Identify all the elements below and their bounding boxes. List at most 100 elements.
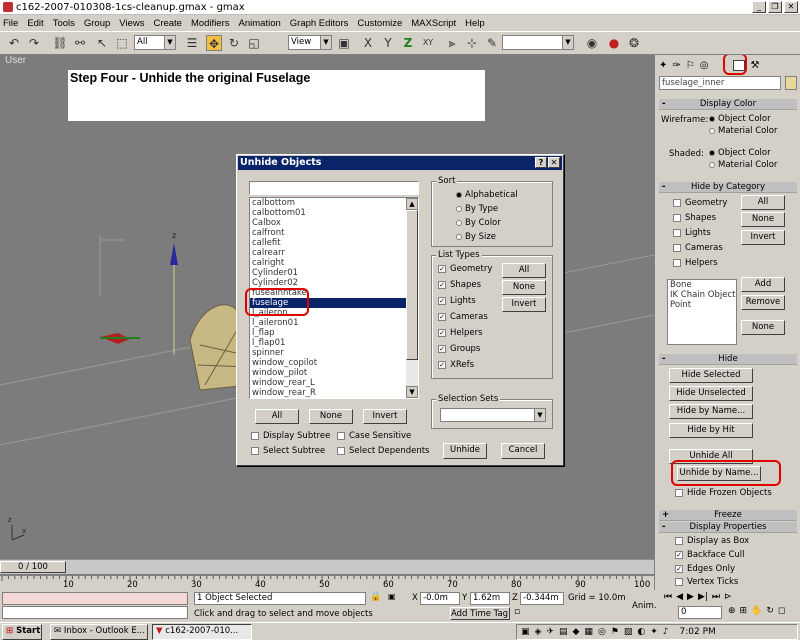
dialog-search-input[interactable]: [249, 181, 419, 195]
type-lights-checkbox[interactable]: ✓ Lights: [438, 296, 476, 306]
type-groups-checkbox[interactable]: ✓ Groups: [438, 344, 480, 354]
menu-maxscript[interactable]: MAXScript: [411, 18, 456, 29]
close-button[interactable]: ✕: [784, 1, 798, 13]
y-coord-field[interactable]: 1.62m: [470, 592, 510, 605]
maxscript-listener-white[interactable]: [2, 606, 188, 619]
menu-edit[interactable]: Edit: [27, 18, 43, 29]
cancel-button[interactable]: Cancel: [501, 443, 545, 459]
menu-modifiers[interactable]: Modifiers: [191, 18, 230, 29]
start-button[interactable]: ⊞ Start: [2, 624, 42, 640]
dialog-none-button[interactable]: None: [309, 409, 353, 424]
selection-sets-dropdown[interactable]: ▼: [440, 408, 546, 422]
type-helpers-checkbox[interactable]: ✓ Helpers: [438, 328, 483, 338]
menu-create[interactable]: Create: [153, 18, 182, 29]
minimize-button[interactable]: _: [752, 1, 766, 13]
add-time-tag-button[interactable]: Add Time Tag: [450, 607, 510, 620]
play-icon[interactable]: ▶: [687, 592, 694, 605]
hierarchy-tab-icon[interactable]: ⚐: [686, 60, 695, 71]
tray-icon[interactable]: ◐: [637, 627, 645, 637]
list-item[interactable]: window_pilot: [250, 368, 418, 378]
scroll-down-icon[interactable]: ▼: [406, 386, 418, 398]
vertex-ticks-checkbox[interactable]: Vertex Ticks: [675, 577, 738, 587]
scroll-thumb[interactable]: [406, 210, 418, 360]
dialog-invert-button[interactable]: Invert: [363, 409, 407, 424]
lock-icon[interactable]: 🔒: [370, 592, 384, 605]
unhide-button[interactable]: Unhide: [443, 443, 487, 459]
tray-icon[interactable]: ✦: [650, 627, 658, 637]
pivot-icon[interactable]: ▣: [336, 35, 352, 51]
select-by-name-icon[interactable]: ☰: [184, 35, 200, 51]
unlink-icon[interactable]: ⚯: [72, 35, 88, 51]
list-item[interactable]: callefit: [250, 238, 418, 248]
select-subtree-checkbox[interactable]: Select Subtree: [251, 446, 325, 456]
category-lights-checkbox[interactable]: Lights: [673, 228, 711, 238]
backface-cull-checkbox[interactable]: ✓ Backface Cull: [675, 550, 745, 560]
axis-xy-icon[interactable]: XY: [420, 35, 436, 51]
anim-button[interactable]: Anim.: [632, 596, 657, 616]
category-invert-button[interactable]: Invert: [741, 230, 785, 245]
maxscript-listener-pink[interactable]: [2, 592, 188, 605]
menu-help[interactable]: Help: [465, 18, 485, 29]
time-tag-icon[interactable]: ▫: [514, 607, 528, 619]
type-geometry-checkbox[interactable]: ✓ Geometry: [438, 264, 492, 274]
display-properties-rollout-header[interactable]: - Display Properties: [659, 522, 797, 533]
tray-icon[interactable]: ◈: [535, 627, 542, 637]
object-list-scrollbar[interactable]: ▲ ▼: [406, 198, 418, 398]
transform-mode-icon[interactable]: ▣: [388, 592, 410, 605]
hide-rollout-header[interactable]: - Hide: [659, 354, 797, 365]
category-none-list-button[interactable]: None: [741, 320, 785, 335]
sort-by-size-option[interactable]: By Size: [456, 232, 496, 242]
list-item[interactable]: window_rear_R: [250, 388, 418, 398]
arc-rotate-icon[interactable]: ↻: [766, 606, 774, 619]
create-tab-icon[interactable]: ✦: [659, 60, 667, 71]
utilities-tab-icon[interactable]: ⚒: [750, 60, 759, 71]
types-invert-button[interactable]: Invert: [502, 297, 546, 312]
list-item[interactable]: calfront: [250, 228, 418, 238]
tray-icon[interactable]: ◎: [598, 627, 606, 637]
axis-x-icon[interactable]: X: [360, 35, 376, 51]
wireframe-material-color-option[interactable]: Material Color: [709, 126, 777, 136]
axis-y-icon[interactable]: Y: [380, 35, 396, 51]
scale-icon[interactable]: ◱: [246, 35, 262, 51]
move-icon[interactable]: ✥: [206, 35, 222, 51]
hide-by-category-rollout-header[interactable]: - Hide by Category: [659, 182, 797, 193]
object-color-swatch[interactable]: [785, 76, 797, 90]
category-helpers-checkbox[interactable]: Helpers: [673, 258, 718, 268]
list-item[interactable]: Calbox: [250, 218, 418, 228]
material-editor-icon[interactable]: ◉: [584, 35, 600, 51]
edges-only-checkbox[interactable]: ✓ Edges Only: [675, 564, 735, 574]
z-coord-field[interactable]: -0.344m: [520, 592, 564, 605]
key-mode-icon[interactable]: ⊳: [724, 592, 732, 605]
types-none-button[interactable]: None: [502, 280, 546, 295]
list-item[interactable]: l_aileron01: [250, 318, 418, 328]
list-item[interactable]: spinner: [250, 348, 418, 358]
sort-by-type-option[interactable]: By Type: [456, 204, 498, 214]
hide-by-hit-button[interactable]: Hide by Hit: [669, 423, 753, 438]
freeze-rollout-header[interactable]: + Freeze: [659, 510, 797, 521]
time-slider-track[interactable]: 0 / 100: [0, 559, 654, 574]
quick-render-icon[interactable]: ❂: [626, 35, 642, 51]
maximize-viewport-icon[interactable]: ◻: [778, 606, 785, 619]
list-item[interactable]: Cylinder02: [250, 278, 418, 288]
type-xrefs-checkbox[interactable]: ✓ XRefs: [438, 360, 474, 370]
menu-animation[interactable]: Animation: [239, 18, 281, 29]
redo-icon[interactable]: ↷: [26, 35, 42, 51]
hide-unselected-button[interactable]: Hide Unselected: [669, 386, 753, 401]
tray-icon[interactable]: ▤: [559, 627, 568, 637]
scroll-up-icon[interactable]: ▲: [406, 198, 418, 210]
tray-icon[interactable]: ◆: [573, 627, 580, 637]
track-bar[interactable]: 10 20 30 40 50 60 70 80 90 100: [0, 575, 654, 590]
tray-icon[interactable]: ⚑: [611, 627, 619, 637]
rotate-icon[interactable]: ↻: [226, 35, 242, 51]
list-item[interactable]: calbottom01: [250, 208, 418, 218]
tray-icon[interactable]: ▣: [521, 627, 530, 637]
display-subtree-checkbox[interactable]: Display Subtree: [251, 431, 330, 441]
tray-icon[interactable]: ✈: [546, 627, 554, 637]
axis-z-icon[interactable]: Z: [400, 35, 416, 51]
zoom-all-icon[interactable]: ⊞: [740, 606, 748, 619]
x-coord-field[interactable]: -0.0m: [420, 592, 460, 605]
taskbar-item-outlook[interactable]: ✉ Inbox - Outlook E...: [50, 624, 148, 640]
tray-icon[interactable]: ▦: [584, 627, 593, 637]
menu-graph-editors[interactable]: Graph Editors: [290, 18, 349, 29]
type-cameras-checkbox[interactable]: ✓ Cameras: [438, 312, 488, 322]
